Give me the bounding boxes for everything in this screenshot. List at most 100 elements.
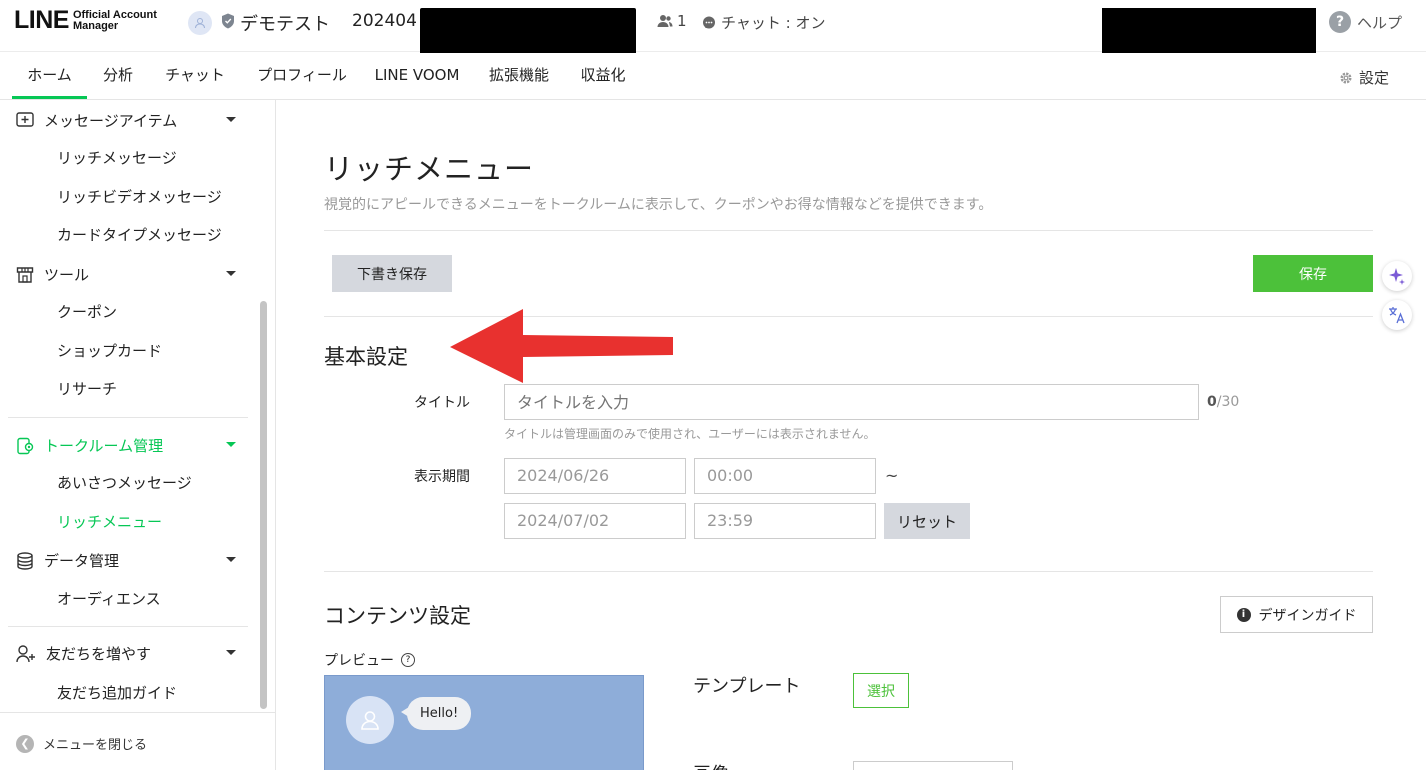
tab-profile[interactable]: プロフィール: [254, 53, 350, 99]
sidebar-item-coupon[interactable]: クーポン: [57, 301, 117, 322]
image-upload-box[interactable]: [853, 761, 1013, 770]
tab-line-voom[interactable]: LINE VOOM: [372, 53, 462, 99]
logo-subtitle-line2: Manager: [72, 19, 119, 32]
title-char-counter: 0/30: [1207, 394, 1239, 410]
save-draft-button[interactable]: 下書き保存: [332, 255, 452, 292]
template-label: テンプレート: [693, 676, 801, 697]
title-hint: タイトルは管理画面のみで使用され、ユーザーには表示されません。: [504, 427, 876, 441]
start-date-field[interactable]: 2024/06/26: [504, 458, 686, 494]
divider: [324, 230, 1373, 231]
verified-shield-icon: [222, 13, 234, 29]
title-char-count: 0: [1207, 394, 1217, 410]
sidebar-item-research[interactable]: リサーチ: [57, 378, 117, 399]
close-menu-label: メニューを閉じる: [43, 738, 148, 753]
floating-tools: [1382, 258, 1422, 338]
help-button[interactable]: ? ヘルプ: [1329, 11, 1402, 33]
info-icon: i: [1236, 607, 1251, 622]
sidebar-group-label: データ管理: [44, 552, 120, 570]
sidebar-scrollbar[interactable]: [260, 301, 267, 709]
settings-button[interactable]: 設定: [1339, 67, 1389, 88]
image-label: 画像: [693, 760, 729, 770]
main-nav: ホーム 分析 チャット プロフィール LINE VOOM 拡張機能 収益化 設定: [0, 53, 1426, 100]
template-select-button[interactable]: 選択: [853, 673, 909, 708]
sidebar-group-grow-friends[interactable]: 友だちを増やす: [16, 643, 240, 664]
message-plus-icon: [16, 111, 34, 127]
preview-avatar: [346, 696, 394, 744]
close-menu-button[interactable]: ❮ メニューを閉じる: [16, 734, 147, 753]
store-icon: [16, 266, 34, 283]
settings-label: 設定: [1359, 69, 1390, 87]
sidebar-group-tools[interactable]: ツール: [16, 264, 240, 285]
sidebar-group-data-management[interactable]: データ管理: [16, 550, 240, 571]
chat-bubble-icon: [703, 16, 715, 28]
save-button[interactable]: 保存: [1253, 255, 1373, 292]
sidebar-group-label: 友だちを増やす: [46, 645, 152, 663]
sidebar-item-greeting-message[interactable]: あいさつメッセージ: [57, 472, 192, 493]
sidebar-item-card-type-message[interactable]: カードタイプメッセージ: [57, 224, 222, 245]
tab-chat[interactable]: チャット: [160, 53, 230, 99]
sidebar-group-message-items[interactable]: メッセージアイテム: [16, 110, 240, 131]
sidebar-item-audience[interactable]: オーディエンス: [57, 588, 161, 609]
sidebar-item-rich-menu[interactable]: リッチメニュー: [57, 511, 162, 532]
end-date-field[interactable]: 2024/07/02: [504, 503, 686, 539]
sidebar-divider: [8, 626, 248, 627]
tab-analytics[interactable]: 分析: [95, 53, 141, 99]
friends-count[interactable]: 1: [657, 12, 687, 30]
design-guide-button[interactable]: i デザインガイド: [1220, 596, 1373, 633]
title-input[interactable]: [504, 384, 1199, 420]
sidebar-item-rich-message[interactable]: リッチメッセージ: [57, 147, 177, 168]
divider: [324, 571, 1373, 572]
logo-wordmark: LINE: [14, 6, 69, 34]
gear-icon: [1340, 72, 1352, 83]
sidebar: メッセージアイテム リッチメッセージ リッチビデオメッセージ カードタイプメッセ…: [0, 100, 276, 770]
red-arrow-annotation: [450, 309, 673, 383]
sidebar-item-shop-card[interactable]: ショップカード: [57, 340, 162, 361]
sidebar-divider: [8, 417, 248, 418]
sidebar-item-add-friend-guide[interactable]: 友だち追加ガイド: [57, 682, 177, 703]
preview-label: プレビュー ?: [324, 650, 415, 670]
chat-status-label: チャット : オン: [721, 14, 826, 32]
reset-button[interactable]: リセット: [884, 503, 970, 539]
tab-extensions[interactable]: 拡張機能: [485, 53, 553, 99]
tab-monetization[interactable]: 収益化: [576, 53, 630, 99]
content-settings-heading: コンテンツ設定: [324, 604, 471, 628]
preview-label-text: プレビュー: [324, 653, 394, 669]
caret-down-icon: [226, 271, 236, 276]
user-icon: [361, 711, 379, 730]
range-separator: ~: [885, 466, 899, 485]
display-period-label: 表示期間: [414, 469, 470, 485]
caret-down-icon: [226, 557, 236, 562]
main-content: リッチメニュー 視覚的にアピールできるメニューをトークルームに表示して、クーポン…: [277, 100, 1426, 770]
end-time-field[interactable]: 23:59: [694, 503, 876, 539]
account-name[interactable]: デモテスト: [240, 10, 330, 36]
rich-menu-preview: Hello!: [324, 675, 644, 770]
friends-count-value: 1: [677, 12, 687, 30]
start-time-field[interactable]: 00:00: [694, 458, 876, 494]
top-header: LINE Official Account Manager デモテスト 2024…: [0, 0, 1426, 62]
sparkle-icon: [1389, 268, 1405, 285]
sidebar-footer: ❮ メニューを閉じる: [0, 712, 275, 770]
caret-down-icon: [226, 442, 236, 447]
tab-home[interactable]: ホーム: [12, 53, 87, 99]
line-oa-logo[interactable]: LINE Official Account Manager: [14, 8, 157, 33]
page-description: 視覚的にアピールできるメニューをトークルームに表示して、クーポンやお得な情報など…: [324, 197, 993, 213]
sidebar-group-label: トークルーム管理: [44, 437, 164, 455]
translate-icon: [1389, 307, 1405, 324]
logo-subtitle: Official Account Manager: [72, 9, 157, 32]
sidebar-group-talkroom[interactable]: トークルーム管理: [16, 435, 240, 456]
translate-button[interactable]: [1382, 300, 1412, 330]
account-avatar[interactable]: [188, 11, 212, 35]
help-question-icon[interactable]: ?: [401, 653, 415, 667]
caret-down-icon: [226, 650, 236, 655]
chat-status[interactable]: チャット : オン: [702, 12, 825, 33]
ai-sparkle-button[interactable]: [1382, 261, 1412, 291]
database-icon: [17, 551, 33, 570]
sidebar-group-label: ツール: [44, 266, 90, 284]
basic-settings-heading: 基本設定: [324, 345, 408, 369]
question-icon: ?: [1329, 11, 1351, 33]
user-icon: [195, 18, 205, 29]
title-label: タイトル: [414, 395, 470, 411]
sidebar-item-rich-video-message[interactable]: リッチビデオメッセージ: [57, 186, 222, 207]
sidebar-group-label: メッセージアイテム: [44, 112, 178, 130]
people-icon: [657, 15, 673, 27]
